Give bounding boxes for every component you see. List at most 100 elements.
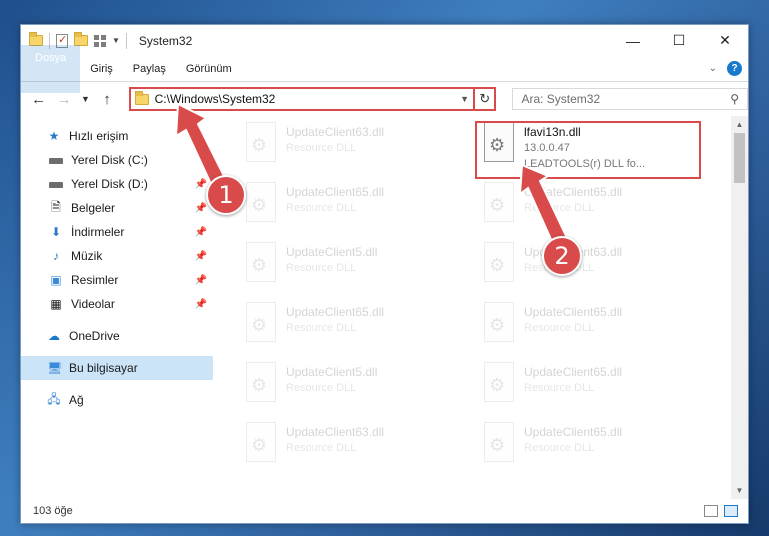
vertical-scrollbar[interactable]: ▲ ▼ (731, 116, 748, 499)
scroll-down-icon[interactable]: ▼ (731, 482, 748, 499)
nav-item-this-pc[interactable]: 🖥 Bu bilgisayar (21, 356, 213, 380)
up-arrow-icon[interactable]: ↑ (97, 91, 116, 108)
pin-icon: 📌 (194, 178, 207, 190)
file-detail: Resource DLL (286, 322, 357, 334)
dll-file-icon (246, 302, 276, 342)
nav-item-label: Yerel Disk (D:) (71, 177, 148, 191)
file-item[interactable]: UpdateClient63.dllResource DLL (246, 122, 484, 170)
dll-file-icon (246, 242, 276, 282)
expand-ribbon-icon[interactable]: ⌄ (709, 63, 717, 74)
download-icon: ⬇ (50, 225, 62, 239)
file-item[interactable]: UpdateClient63.dll Resource DLL (246, 422, 484, 470)
computer-icon: 🖥 (47, 361, 63, 375)
file-name: UpdateClient65.dll (524, 185, 623, 199)
callout-1: 1 (206, 175, 246, 215)
nav-item-network[interactable]: 🖧 Ağ (21, 388, 213, 412)
explorer-body: ★ Hızlı erişim Yerel Disk (C:) Yerel Dis… (21, 116, 748, 499)
file-detail: Resource DLL (286, 262, 357, 274)
file-detail: 13.0.0.47 (524, 142, 570, 154)
music-icon: ♪ (53, 249, 59, 263)
dll-file-icon (484, 422, 514, 462)
file-detail: Resource DLL (524, 442, 595, 454)
file-item[interactable]: UpdateClient63.dllResource DLL (484, 242, 722, 290)
explorer-window: ▼ System32 — ☐ ✕ Dosya Giriş Paylaş Görü… (20, 24, 749, 524)
search-input[interactable]: Ara: System32 ⚲ (512, 88, 749, 110)
details-view-icon[interactable] (704, 505, 718, 517)
address-row: ← → ▼ ↑ C:\Windows\System32 ▼ ↻ Ara: Sys… (21, 82, 749, 116)
dll-file-icon (484, 182, 514, 222)
back-arrow-icon[interactable]: ← (29, 91, 48, 108)
file-detail: Resource DLL (286, 442, 357, 454)
tiles-view-icon[interactable] (724, 505, 738, 517)
close-button[interactable]: ✕ (702, 25, 748, 56)
address-path[interactable]: C:\Windows\System32 (155, 92, 276, 106)
help-icon[interactable]: ? (727, 61, 742, 76)
navigation-pane: ★ Hızlı erişim Yerel Disk (C:) Yerel Dis… (21, 116, 214, 499)
file-name: UpdateClient5.dll (286, 245, 378, 259)
refresh-icon[interactable]: ↻ (475, 87, 497, 111)
scroll-up-icon[interactable]: ▲ (731, 116, 748, 133)
file-detail: Resource DLL (524, 322, 595, 334)
nav-item-videos[interactable]: ▦ Videolar 📌 (21, 292, 213, 316)
pin-icon: 📌 (194, 274, 207, 286)
file-name: UpdateClient63.dll (286, 425, 385, 439)
tab-view[interactable]: Görünüm (176, 56, 242, 82)
forward-arrow-icon[interactable]: → (54, 91, 73, 108)
file-description: LEADTOOLS(r) DLL fo... (524, 158, 646, 170)
file-detail: Resource DLL (524, 382, 595, 394)
nav-item-label: Resimler (71, 273, 119, 287)
file-item[interactable]: lfavi13n.dll 13.0.0.47 LEADTOOLS(r) DLL fo… (484, 122, 722, 170)
dll-file-icon (484, 122, 514, 162)
dll-file-icon (246, 182, 276, 222)
file-item[interactable]: UpdateClient65.dll Resource DLL (246, 302, 484, 350)
nav-item-quick-access[interactable]: ★ Hızlı erişim (21, 124, 213, 148)
view-icon[interactable] (94, 34, 106, 47)
search-placeholder: Ara: System32 (521, 92, 601, 106)
folder-icon (134, 90, 149, 105)
item-count: 103 öğe (33, 505, 73, 517)
file-name: UpdateClient65.dll (524, 365, 623, 379)
dll-file-icon (484, 302, 514, 342)
file-grid: UpdateClient63.dll Resource DLL lfavi13n.d… (246, 122, 722, 470)
cloud-icon: ☁ (48, 329, 60, 343)
tab-share[interactable]: Paylaş (123, 56, 176, 82)
callout-2: 2 (542, 236, 582, 276)
nav-item-onedrive[interactable]: ☁ OneDrive (21, 324, 213, 348)
nav-item-music[interactable]: ♪ Müzik 📌 (21, 244, 213, 268)
nav-item-local-disk-c[interactable]: Yerel Disk (C:) (21, 148, 213, 172)
file-list: UpdateClient63.dll Resource DLL lfavi13n.d… (214, 116, 748, 499)
tab-home[interactable]: Giriş (80, 56, 123, 82)
nav-item-pictures[interactable]: ▣ Resimler 📌 (21, 268, 213, 292)
chevron-down-icon[interactable]: ▼ (460, 94, 473, 104)
disk-icon (49, 153, 63, 167)
file-item[interactable]: UpdateClient65.dll Resource DLL (484, 422, 722, 470)
status-bar: 103 öğe (21, 499, 748, 523)
minimize-button[interactable]: — (610, 25, 656, 56)
star-icon: ★ (48, 129, 60, 143)
divider (125, 32, 127, 49)
file-item[interactable]: UpdateClient65.dll Resource DLL (484, 182, 722, 230)
file-name: UpdateClient65.dll (286, 305, 385, 319)
ribbon-tabs: Dosya Giriş Paylaş Görünüm ⌄ ? (21, 44, 748, 93)
dll-file-icon (246, 422, 276, 462)
documents-icon: 🗎 (51, 199, 61, 214)
file-item[interactable]: UpdateClient5.dll Resource DLL (246, 242, 484, 290)
nav-item-downloads[interactable]: ⬇ İndirmeler 📌 (21, 220, 213, 244)
scroll-thumb[interactable] (734, 133, 745, 183)
address-bar[interactable]: C:\Windows\System32 ▼ (128, 87, 476, 111)
file-item[interactable]: UpdateClient65.dll Resource DLL (484, 362, 722, 410)
nav-item-label: Belgeler (71, 201, 116, 215)
file-item[interactable]: UpdateClient5.dll Resource DLL (246, 362, 484, 410)
recent-locations-icon[interactable]: ▼ (80, 94, 92, 104)
file-name: UpdateClient65.dll (524, 425, 623, 439)
file-item[interactable]: UpdateClient65.dll Resource DLL (484, 302, 722, 350)
maximize-button[interactable]: ☐ (656, 25, 702, 56)
file-name: UpdateClient65.dll (524, 305, 623, 319)
nav-item-documents[interactable]: 🗎 Belgeler 📌 (21, 196, 213, 220)
customize-dropdown-icon[interactable]: ▼ (112, 36, 120, 45)
nav-item-local-disk-d[interactable]: Yerel Disk (D:) 📌 (21, 172, 213, 196)
window-title: System32 (138, 33, 193, 48)
nav-item-label: OneDrive (69, 329, 120, 343)
tab-file[interactable]: Dosya (21, 44, 81, 93)
file-item[interactable]: UpdateClient65.dll Resource DLL (246, 182, 484, 230)
